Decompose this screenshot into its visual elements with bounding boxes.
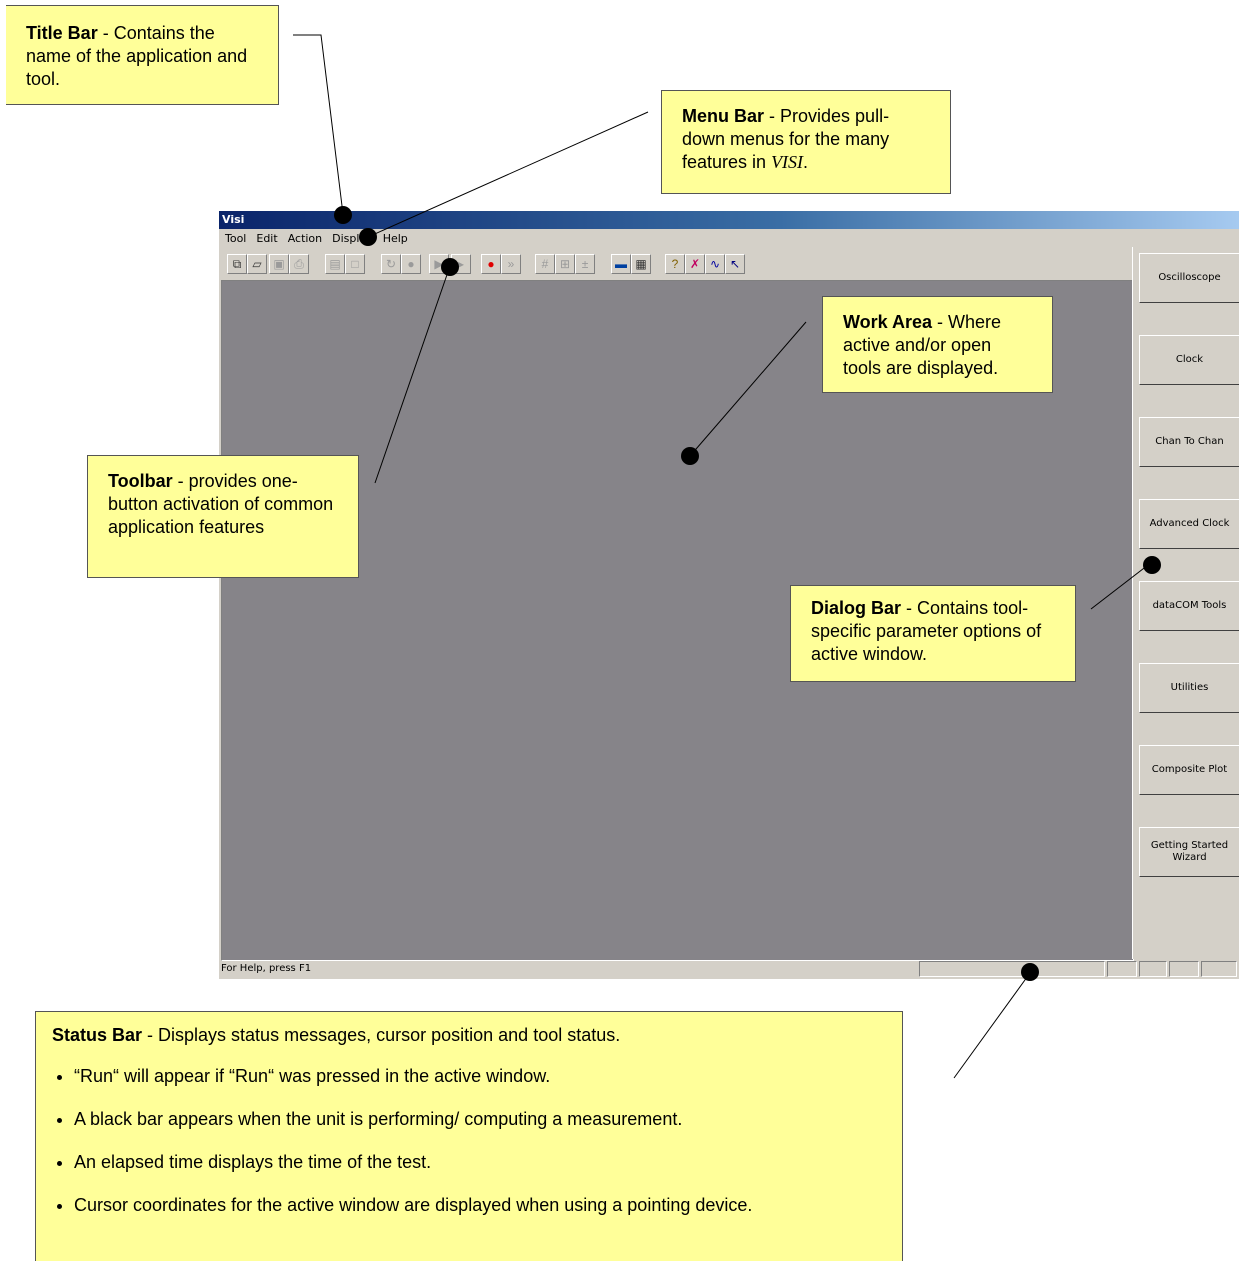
menu-bar-marker: [359, 228, 377, 246]
toolbar-marker: [441, 258, 459, 276]
list-item: “Run“ will appear if “Run“ was pressed i…: [74, 1065, 886, 1088]
annotation-end: .: [803, 152, 809, 172]
annotation-text: - Displays status messages, cursor posit…: [142, 1025, 621, 1045]
dialog-bar-annotation: Dialog Bar - Contains tool-specific para…: [790, 585, 1076, 682]
work-area-annotation: Work Area - Where active and/or open too…: [822, 296, 1053, 393]
annotation-heading: Dialog Bar: [811, 598, 902, 618]
app-name: VISI: [771, 152, 804, 172]
annotation-heading: Title Bar: [26, 23, 98, 43]
status-bar-marker: [1021, 963, 1039, 981]
status-bar-annotation: Status Bar - Displays status messages, c…: [35, 1011, 903, 1261]
list-item: A black bar appears when the unit is per…: [74, 1108, 886, 1131]
annotation-heading: Toolbar: [108, 471, 173, 491]
title-bar-marker: [334, 206, 352, 224]
list-item: Cursor coordinates for the active window…: [74, 1194, 886, 1217]
list-item: An elapsed time displays the time of the…: [74, 1151, 886, 1174]
menu-bar-annotation: Menu Bar - Provides pull-down menus for …: [661, 90, 951, 194]
annotation-heading: Status Bar: [52, 1025, 143, 1045]
status-bullet-list: “Run“ will appear if “Run“ was pressed i…: [52, 1065, 886, 1217]
title-bar-annotation: Title Bar - Contains the name of the app…: [6, 5, 279, 105]
annotation-heading: Menu Bar: [682, 106, 765, 126]
toolbar-annotation: Toolbar - provides one-button activation…: [87, 455, 359, 578]
annotation-heading: Work Area: [843, 312, 933, 332]
work-area-marker: [681, 447, 699, 465]
dialog-bar-marker: [1143, 556, 1161, 574]
